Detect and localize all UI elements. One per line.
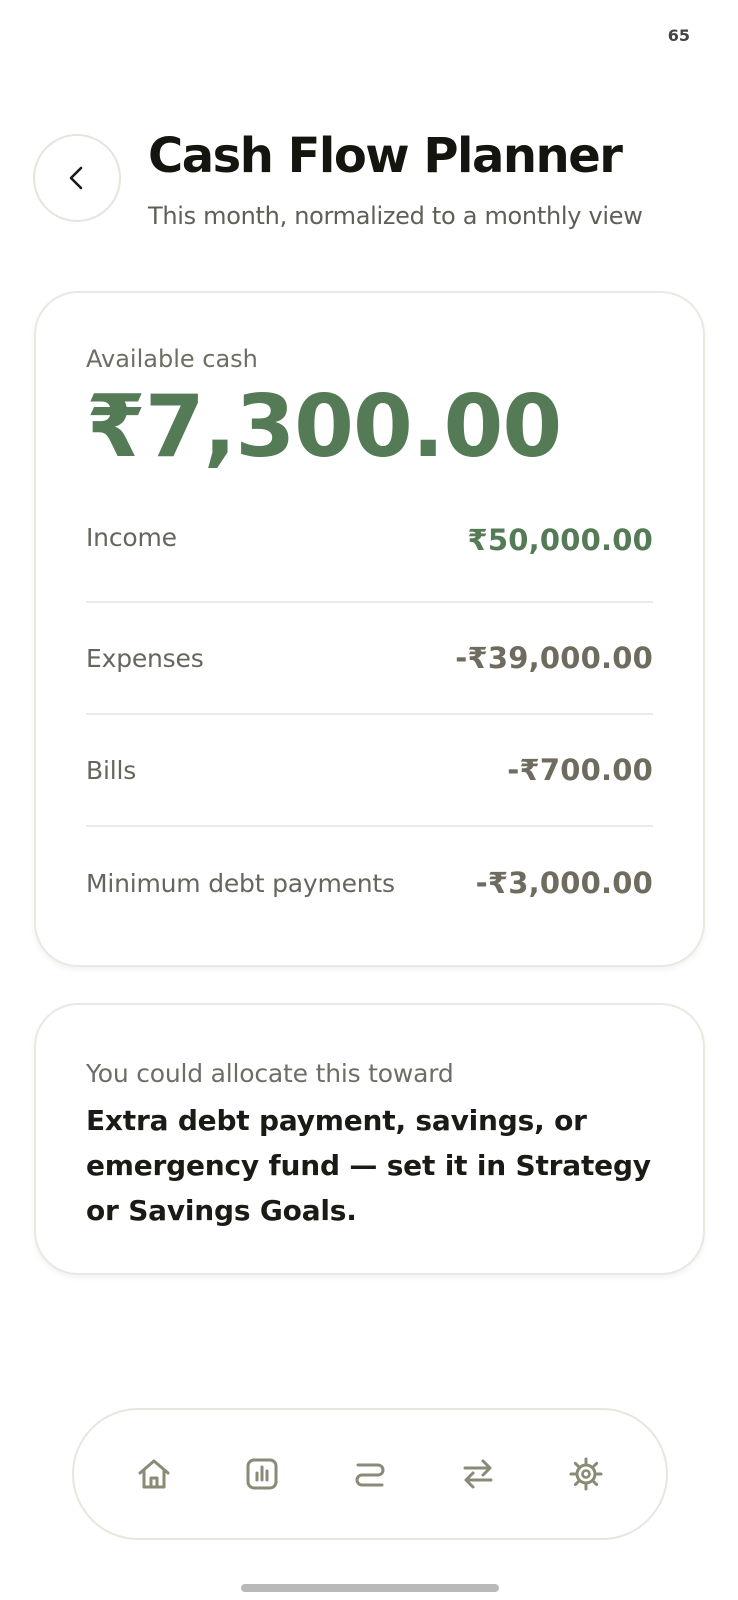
back-button[interactable] xyxy=(33,134,121,222)
cash-breakdown-list: Income ₹50,000.00 Expenses -₹39,000.00 B… xyxy=(86,503,653,939)
settings-icon xyxy=(569,1457,603,1491)
nav-transactions[interactable] xyxy=(448,1444,508,1504)
bills-value: -₹700.00 xyxy=(507,753,653,787)
nav-home[interactable] xyxy=(124,1444,184,1504)
allocation-hint-label: You could allocate this toward xyxy=(86,1059,454,1088)
nav-settings[interactable] xyxy=(556,1444,616,1504)
home-indicator[interactable] xyxy=(241,1584,499,1592)
min-debt-payments-label: Minimum debt payments xyxy=(86,868,395,898)
screen: 65 Cash Flow Planner This month, normali… xyxy=(0,0,738,1600)
available-cash-amount: ₹7,300.00 xyxy=(86,377,562,477)
expenses-row: Expenses -₹39,000.00 xyxy=(86,603,653,715)
income-label: Income xyxy=(86,523,177,552)
battery-level: 65 xyxy=(667,26,690,45)
available-cash-label: Available cash xyxy=(86,345,258,373)
chevron-left-icon xyxy=(69,166,83,190)
page-title: Cash Flow Planner xyxy=(148,128,623,184)
home-icon xyxy=(138,1459,170,1489)
min-debt-payments-value: -₹3,000.00 xyxy=(475,866,653,900)
strategy-icon xyxy=(355,1463,385,1487)
bottom-nav xyxy=(72,1408,668,1540)
page-subtitle: This month, normalized to a monthly view xyxy=(148,202,643,230)
expenses-label: Expenses xyxy=(86,643,204,673)
bills-row: Bills -₹700.00 xyxy=(86,715,653,827)
nav-strategy[interactable] xyxy=(340,1444,400,1504)
allocation-hint-text: Extra debt payment, savings, or emergenc… xyxy=(86,1104,651,1227)
cash-summary-card: Available cash ₹7,300.00 Income ₹50,000.… xyxy=(34,291,705,967)
transfer-icon xyxy=(463,1459,493,1489)
chart-icon xyxy=(246,1458,278,1490)
income-row: Income ₹50,000.00 xyxy=(86,503,653,603)
income-value: ₹50,000.00 xyxy=(467,523,653,557)
nav-reports[interactable] xyxy=(232,1444,292,1504)
bills-label: Bills xyxy=(86,755,137,785)
min-debt-payments-row: Minimum debt payments -₹3,000.00 xyxy=(86,827,653,939)
expenses-value: -₹39,000.00 xyxy=(455,641,653,675)
header: Cash Flow Planner This month, normalized… xyxy=(33,128,698,244)
allocation-hint-card: You could allocate this toward Extra deb… xyxy=(34,1003,705,1275)
